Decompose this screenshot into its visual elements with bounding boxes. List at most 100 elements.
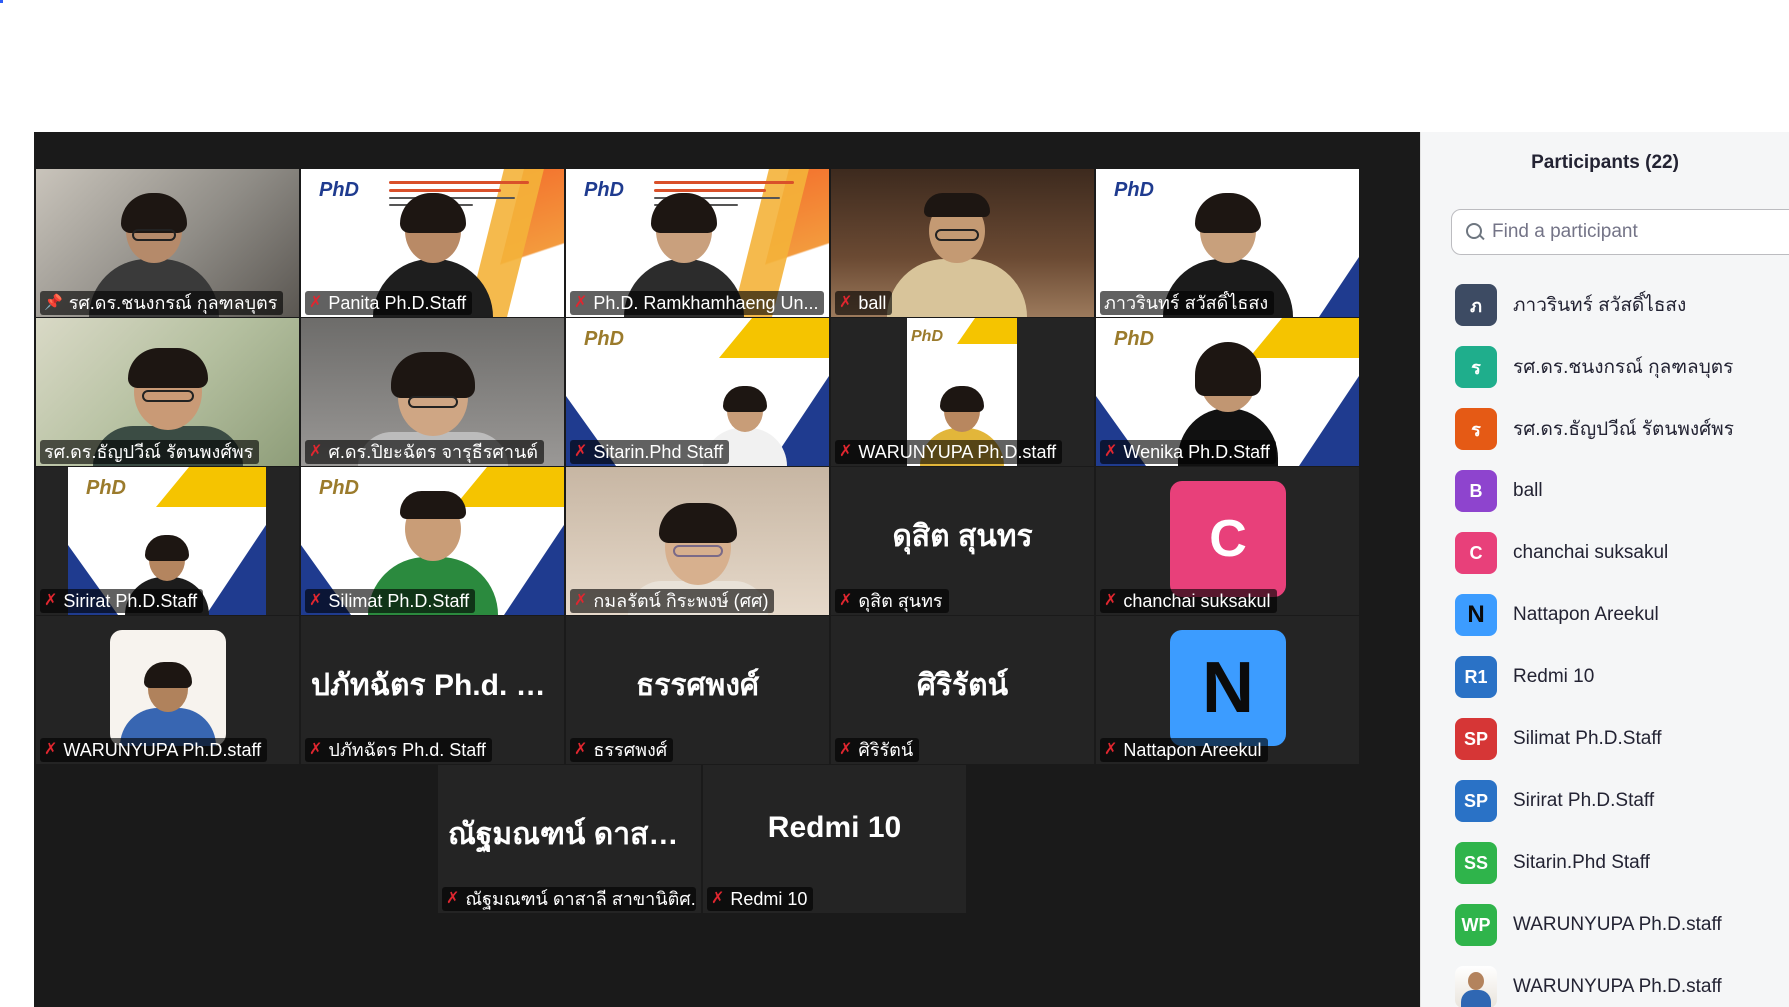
- mic-muted-icon: ✗: [839, 443, 853, 460]
- corner-dot: [0, 0, 3, 3]
- mic-muted-icon: ✗: [574, 294, 588, 311]
- participant-name: ball: [1513, 480, 1543, 501]
- zoom-window: 📌 รศ.ดร.ชนงกรณ์ กุลฑลบุตร PhD ✗ Panita Ph.…: [0, 0, 1789, 1007]
- video-tile-off[interactable]: ปภัทฉัตร Ph.d. S... ✗ ปภัทฉัตร Ph.d. Staf…: [301, 616, 564, 764]
- video-tile[interactable]: ✗ ball: [831, 169, 1094, 317]
- video-tile-off[interactable]: Redmi 10 ✗ Redmi 10: [703, 765, 966, 913]
- video-tile-off[interactable]: C ✗ chanchai suksakul: [1096, 467, 1359, 615]
- video-tile[interactable]: PhD ภาวรินทร์ สวัสดิ์ไธสง: [1096, 169, 1359, 317]
- mic-muted-icon: ✗: [574, 592, 588, 609]
- participant-search-box[interactable]: [1451, 209, 1789, 255]
- participant-name: Redmi 10: [1513, 666, 1595, 687]
- participant-list: ภ ภาวรินทร์ สวัสดิ์ไธสง ร รศ.ดร.ชนงกรณ์ กุ…: [1455, 274, 1789, 1007]
- tile-name-label: ✗ chanchai suksakul: [1100, 589, 1277, 613]
- participant-row[interactable]: WP WARUNYUPA Ph.D.staff: [1455, 894, 1789, 956]
- participant-name: Nattapon Areekul: [1513, 604, 1659, 625]
- search-icon: [1466, 223, 1484, 241]
- tile-name-label: ✗ ศิริรัตน์: [835, 738, 920, 762]
- avatar: ภ: [1455, 284, 1497, 326]
- video-tile[interactable]: ✗ ศ.ดร.ปิยะฉัตร จารุธีรศานต์: [301, 318, 564, 466]
- video-tile[interactable]: PhD ✗ Ph.D. Ramkhamhaeng Un...: [566, 169, 829, 317]
- mic-muted-icon: ✗: [839, 741, 853, 758]
- mic-muted-icon: ✗: [309, 294, 323, 311]
- avatar: C: [1170, 481, 1286, 597]
- participant-name: WARUNYUPA Ph.D.staff: [1513, 976, 1722, 997]
- video-tile[interactable]: PhD ✗ Silimat Ph.D.Staff: [301, 467, 564, 615]
- participant-row[interactable]: Bball: [1455, 460, 1789, 522]
- participant-name: รศ.ดร.ธัญปวีณ์ รัตนพงศ์พร: [1513, 419, 1734, 440]
- participant-name: Sirirat Ph.D.Staff: [1513, 790, 1655, 811]
- tile-name-label: ✗ ศ.ดร.ปิยะฉัตร จารุธีรศานต์: [305, 440, 544, 464]
- participant-display-name: ธรรศพงศ์: [635, 669, 760, 702]
- participant-search-input[interactable]: [1492, 221, 1789, 243]
- mic-muted-icon: ✗: [446, 890, 460, 907]
- video-tile[interactable]: PhD ✗ Sitarin.Phd Staff: [566, 318, 829, 466]
- video-tile-off[interactable]: ✗ WARUNYUPA Ph.D.staff: [36, 616, 299, 764]
- mic-muted-icon: ✗: [1104, 443, 1118, 460]
- tile-name-label: ✗ Silimat Ph.D.Staff: [305, 589, 476, 613]
- video-tile[interactable]: ✗ กมลรัตน์ กิระพงษ์ (ศศ): [566, 467, 829, 615]
- tile-name-label: ภาวรินทร์ สวัสดิ์ไธสง: [1100, 291, 1275, 315]
- mic-muted-icon: ✗: [711, 890, 725, 907]
- participants-panel: Participants (22) ภ ภาวรินทร์ สวัสดิ์ไธสง…: [1420, 132, 1789, 1007]
- mic-muted-icon: ✗: [574, 741, 588, 758]
- video-tile-active-speaker[interactable]: รศ.ดร.ธัญปวีณ์ รัตนพงศ์พร: [36, 318, 299, 466]
- tile-name-label: ✗ กมลรัตน์ กิระพงษ์ (ศศ): [570, 589, 775, 613]
- gallery-view: 📌 รศ.ดร.ชนงกรณ์ กุลฑลบุตร PhD ✗ Panita Ph.…: [34, 132, 1420, 1007]
- mic-muted-icon: ✗: [44, 592, 58, 609]
- tile-name-label: ✗ Sitarin.Phd Staff: [570, 440, 730, 464]
- video-tile-off[interactable]: ณัฐมณฑน์ ดาสาลี... ✗ ณัฐมณฑน์ ดาสาลี สาขา…: [438, 765, 701, 913]
- participant-name: ภาวรินทร์ สวัสดิ์ไธสง: [1513, 295, 1687, 316]
- participant-row[interactable]: SP Sirirat Ph.D.Staff: [1455, 770, 1789, 832]
- participant-row[interactable]: N Nattapon Areekul: [1455, 584, 1789, 646]
- tile-name-label: ✗ WARUNYUPA Ph.D.staff: [835, 440, 1063, 464]
- video-tile[interactable]: PhD ✗ Sirirat Ph.D.Staff: [36, 467, 299, 615]
- avatar: R1: [1455, 656, 1497, 698]
- tile-name-label: ✗ Ph.D. Ramkhamhaeng Un...: [570, 291, 824, 315]
- avatar: ร: [1455, 408, 1497, 450]
- video-tile[interactable]: PhD ✗ Panita Ph.D.Staff: [301, 169, 564, 317]
- video-tile-off[interactable]: ดุสิต สุนทร ✗ ดุสิต สุนทร: [831, 467, 1094, 615]
- tile-name-label: ✗ ธรรศพงศ์: [570, 738, 674, 762]
- avatar: [1455, 966, 1497, 1007]
- mic-muted-icon: ✗: [1104, 592, 1118, 609]
- tile-name-label: ✗ Redmi 10: [707, 887, 814, 911]
- avatar: N: [1455, 594, 1497, 636]
- participant-row[interactable]: SS Sitarin.Phd Staff: [1455, 832, 1789, 894]
- tile-name-label: ✗ Sirirat Ph.D.Staff: [40, 589, 204, 613]
- participant-name: WARUNYUPA Ph.D.staff: [1513, 914, 1722, 935]
- avatar: ร: [1455, 346, 1497, 388]
- participant-name: รศ.ดร.ชนงกรณ์ กุลฑลบุตร: [1513, 357, 1734, 378]
- mic-muted-icon: ✗: [309, 443, 323, 460]
- avatar: WP: [1455, 904, 1497, 946]
- participant-row[interactable]: ร รศ.ดร.ธัญปวีณ์ รัตนพงศ์พร: [1455, 398, 1789, 460]
- participant-name: chanchai suksakul: [1513, 542, 1669, 563]
- participant-row[interactable]: R1 Redmi 10: [1455, 646, 1789, 708]
- tile-name-label: ✗ Panita Ph.D.Staff: [305, 291, 473, 315]
- video-tile-off[interactable]: ศิริรัตน์ ✗ ศิริรัตน์: [831, 616, 1094, 764]
- video-tile-off[interactable]: N ✗ Nattapon Areekul: [1096, 616, 1359, 764]
- avatar: [110, 630, 226, 746]
- video-tile[interactable]: 📌 รศ.ดร.ชนงกรณ์ กุลฑลบุตร: [36, 169, 299, 317]
- mic-muted-icon: ✗: [44, 741, 58, 758]
- participant-row[interactable]: WARUNYUPA Ph.D.staff: [1455, 956, 1789, 1007]
- tile-name-label: ✗ ดุสิต สุนทร: [835, 589, 949, 613]
- participant-row[interactable]: ร รศ.ดร.ชนงกรณ์ กุลฑลบุตร: [1455, 336, 1789, 398]
- participant-photo: [120, 662, 216, 746]
- participant-row[interactable]: ภ ภาวรินทร์ สวัสดิ์ไธสง: [1455, 274, 1789, 336]
- avatar: B: [1455, 470, 1497, 512]
- participant-display-name: ปภัทฉัตร Ph.d. S...: [311, 669, 561, 702]
- video-tile[interactable]: PhD ✗ Wenika Ph.D.Staff: [1096, 318, 1359, 466]
- tile-name-label: ✗ ball: [835, 291, 893, 315]
- tile-name-label: ✗ ปภัทฉัตร Ph.d. Staff: [305, 738, 492, 762]
- pin-icon: 📌: [44, 294, 63, 311]
- video-tile[interactable]: PhD ✗ WARUNYUPA Ph.D.staff: [831, 318, 1094, 466]
- avatar: SP: [1455, 780, 1497, 822]
- avatar: SS: [1455, 842, 1497, 884]
- mic-muted-icon: ✗: [574, 443, 588, 460]
- video-tile-off[interactable]: ธรรศพงศ์ ✗ ธรรศพงศ์: [566, 616, 829, 764]
- participant-row[interactable]: Cchanchai suksakul: [1455, 522, 1789, 584]
- mic-muted-icon: ✗: [309, 592, 323, 609]
- avatar: N: [1170, 630, 1286, 746]
- participant-row[interactable]: SP Silimat Ph.D.Staff: [1455, 708, 1789, 770]
